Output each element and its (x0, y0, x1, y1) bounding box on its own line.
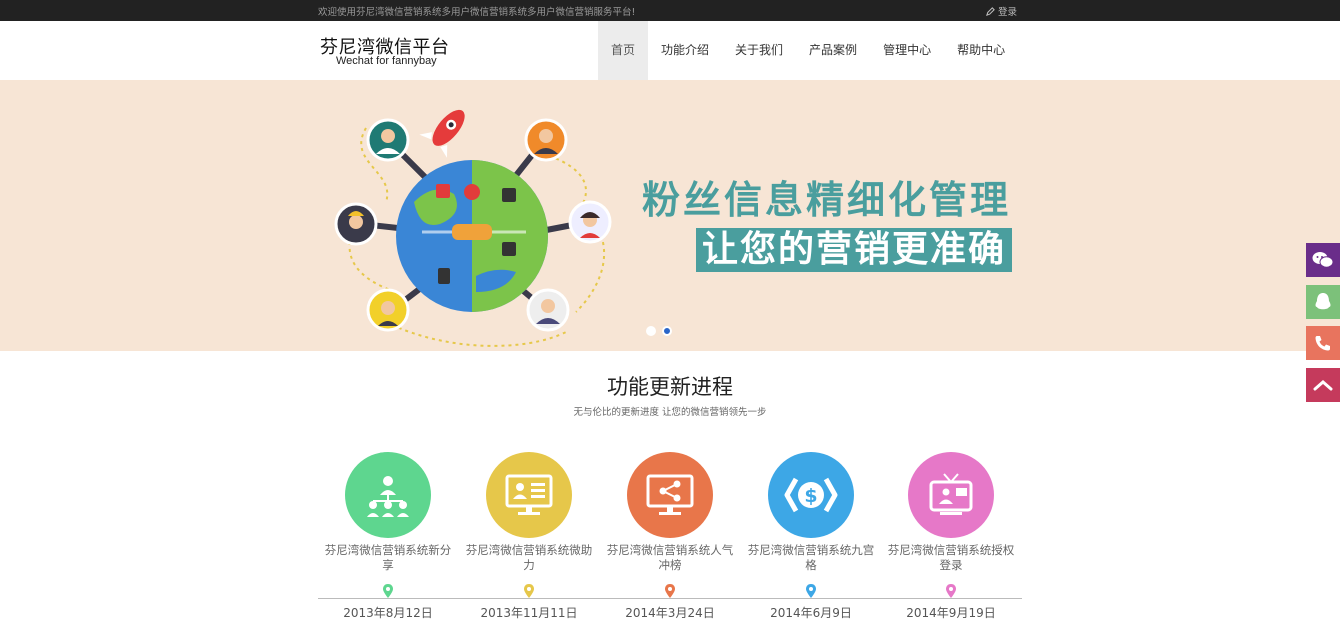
feature-icon-auth[interactable] (908, 452, 994, 538)
login-link[interactable]: 登录 (986, 4, 1017, 18)
nav-about[interactable]: 关于我们 (722, 21, 796, 80)
feature-date: 2014年3月24日 (625, 606, 715, 620)
feature-label: 芬尼湾微信营销系统九宫格 (747, 543, 875, 572)
section-title: 功能更新进程 (607, 375, 733, 399)
login-label: 登录 (998, 7, 1018, 18)
main-nav: 首页 功能介绍 关于我们 产品案例 管理中心 帮助中心 (598, 21, 1018, 80)
feature-icon-grid[interactable]: $ (768, 452, 854, 538)
nav-features[interactable]: 功能介绍 (648, 21, 722, 80)
welcome-text: 欢迎使用芬尼湾微信营销系统多用户微信营销系统多用户微信营销服务平台! (318, 7, 636, 18)
feature-date: 2013年8月12日 (343, 606, 433, 620)
hero-banner: 粉丝信息精细化管理 让您的营销更准确 (0, 80, 1340, 351)
banner-headline: 粉丝信息精细化管理 (642, 178, 1012, 222)
timeline-line (318, 598, 1022, 599)
phone-icon (1315, 336, 1330, 351)
phone-button[interactable] (1306, 326, 1340, 360)
feature-icon-boost[interactable] (486, 452, 572, 538)
carousel-dots (646, 326, 672, 336)
dollar-code-icon: $ (784, 477, 838, 513)
monitor-profile-icon (505, 474, 553, 515)
feature-label: 芬尼湾微信营销系统新分享 (324, 543, 452, 572)
map-pin-icon (383, 584, 393, 598)
nav-home[interactable]: 首页 (598, 21, 649, 80)
feature-icon-share[interactable] (345, 452, 431, 538)
tv-o2o-icon (929, 473, 973, 515)
top-bar: 欢迎使用芬尼湾微信营销系统多用户微信营销系统多用户微信营销服务平台! 登录 (0, 0, 1340, 21)
share-network-icon (367, 476, 409, 517)
feature-date: 2013年11月11日 (480, 606, 578, 620)
map-pin-icon (524, 584, 534, 598)
feature-label: 芬尼湾微信营销系统人气冲榜 (606, 543, 734, 572)
banner-subheadline: 让您的营销更准确 (696, 228, 1013, 272)
feature-label: 芬尼湾微信营销系统微助力 (465, 543, 593, 572)
feature-date: 2014年9月19日 (906, 606, 996, 620)
feature-label: 芬尼湾微信营销系统授权登录 (887, 543, 1015, 572)
nav-admin[interactable]: 管理中心 (870, 21, 944, 80)
wechat-button[interactable] (1306, 243, 1340, 277)
carousel-dot-2[interactable] (662, 326, 672, 336)
pencil-icon (986, 7, 995, 16)
map-pin-icon (665, 584, 675, 598)
qq-icon (1315, 293, 1331, 310)
monitor-share-icon (646, 474, 694, 515)
feature-icon-ranking[interactable] (627, 452, 713, 538)
site-header: 芬尼湾微信平台 Wechat for fannybay 首页 功能介绍 关于我们… (0, 21, 1340, 80)
svg-text:$: $ (804, 485, 817, 507)
wechat-icon (1312, 252, 1334, 268)
qq-button[interactable] (1306, 285, 1340, 319)
nav-help[interactable]: 帮助中心 (944, 21, 1018, 80)
map-pin-icon (946, 584, 956, 598)
feature-date: 2014年6月9日 (770, 606, 852, 620)
logo-subtitle: Wechat for fannybay (336, 55, 437, 67)
globe-social-illustration (334, 109, 612, 347)
map-pin-icon (806, 584, 816, 598)
carousel-dot-1[interactable] (646, 326, 656, 336)
section-subtitle: 无与伦比的更新进度 让您的微信营销领先一步 (573, 407, 767, 418)
nav-cases[interactable]: 产品案例 (796, 21, 870, 80)
